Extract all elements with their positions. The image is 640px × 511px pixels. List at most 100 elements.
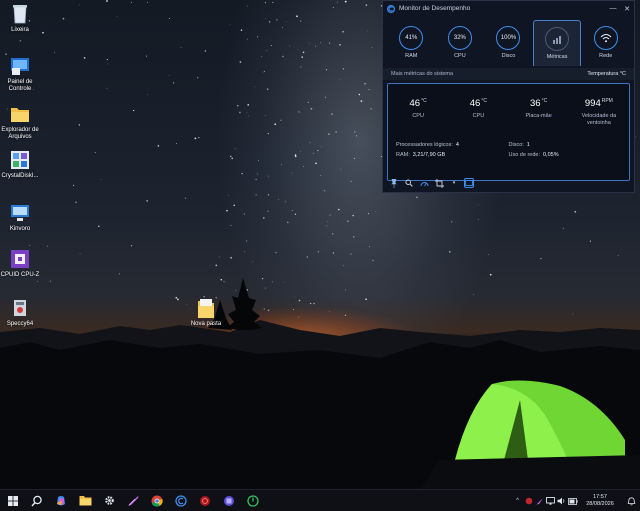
disk-count: Disco: 1	[509, 142, 622, 148]
tab-network[interactable]: Rede	[581, 20, 630, 66]
crop-dropdown[interactable]: ▾	[449, 178, 459, 188]
performance-monitor-window[interactable]: Monitor de Desempenho — ✕ 41% RAM 32% CP…	[382, 0, 635, 193]
metrics-gauge	[545, 27, 570, 51]
ram-usage: RAM: 3,21/7,90 GB	[396, 152, 509, 158]
star	[294, 213, 297, 215]
landscape-scene	[0, 278, 640, 489]
monitor-app-icon	[10, 203, 30, 223]
tab-ram[interactable]: 41% RAM	[387, 20, 436, 66]
notifications-button[interactable]	[622, 490, 640, 511]
file-explorer-button[interactable]	[74, 490, 96, 511]
star	[301, 56, 304, 58]
show-hidden-icons-button[interactable]: ^	[512, 490, 523, 511]
star	[364, 83, 366, 85]
star	[204, 50, 207, 52]
star	[371, 46, 373, 48]
ram-gauge: 41%	[399, 26, 424, 50]
star	[194, 137, 197, 140]
star	[303, 166, 305, 168]
tab-disk[interactable]: 100% Disco	[484, 20, 533, 66]
star	[248, 115, 249, 117]
tray-network[interactable]	[545, 490, 556, 511]
star	[255, 194, 257, 196]
star	[106, 59, 108, 61]
tab-label: Métricas	[546, 54, 568, 60]
close-button[interactable]: ✕	[620, 2, 634, 16]
desktop-icon-new-folder[interactable]: Nova pasta	[186, 298, 226, 328]
window-titlebar[interactable]: Monitor de Desempenho — ✕	[383, 1, 634, 16]
star	[326, 225, 328, 227]
blue-app-icon	[224, 495, 234, 506]
blue-app-button[interactable]	[218, 490, 240, 511]
taskbar-clock[interactable]: 17:57 28/08/2026	[578, 494, 622, 508]
star	[320, 146, 322, 148]
star	[294, 155, 297, 158]
network-usage: Uso de rede: 0,05%	[509, 152, 622, 158]
star	[617, 255, 619, 257]
star	[329, 42, 331, 44]
desktop[interactable]: Lixeira Painel de Controle Explorador de…	[0, 0, 640, 489]
monitor-c-button[interactable]	[170, 490, 192, 511]
star	[356, 135, 358, 137]
copilot-button[interactable]	[50, 490, 72, 511]
tray-battery[interactable]	[567, 490, 578, 511]
minimize-button[interactable]: —	[606, 2, 620, 16]
star	[368, 89, 370, 91]
search-button[interactable]	[26, 490, 48, 511]
settings-button[interactable]	[98, 490, 120, 511]
screenshot-button[interactable]	[464, 178, 474, 188]
search-icon	[31, 495, 42, 506]
star	[226, 209, 228, 212]
star	[416, 196, 418, 198]
pin-button[interactable]	[389, 178, 399, 188]
star	[320, 174, 322, 177]
desktop-icon-label: Explorador de Arquivos	[1, 127, 39, 140]
star	[315, 45, 316, 47]
new-folder-icon	[196, 298, 216, 318]
star	[100, 178, 102, 180]
star	[315, 162, 317, 165]
desktop-icon-label: Lixeira	[11, 27, 29, 33]
tab-cpu[interactable]: 32% CPU	[436, 20, 485, 66]
tray-red-app[interactable]	[523, 490, 534, 511]
star	[107, 63, 109, 65]
desktop-icon-speccy[interactable]: Speccy64	[0, 298, 40, 328]
tray-feather-app[interactable]	[534, 490, 545, 511]
red-app-button[interactable]	[194, 490, 216, 511]
tray-volume[interactable]	[556, 490, 567, 511]
desktop-icon-file-explorer[interactable]: Explorador de Arquivos	[0, 104, 40, 141]
tab-metrics[interactable]: Métricas	[532, 20, 582, 66]
desktop-icon-crystaldisk[interactable]: CrystalDiskI...	[0, 150, 40, 180]
star	[297, 49, 299, 51]
start-button[interactable]	[2, 490, 24, 511]
taskbar: ^ 17:57 28/08/2026	[0, 489, 640, 511]
desktop-icon-kinvoro[interactable]: Kinvoro	[0, 203, 40, 233]
green-power-button[interactable]	[242, 490, 264, 511]
close-icon: ✕	[624, 5, 630, 13]
star	[147, 1, 149, 3]
star	[246, 240, 248, 242]
star	[339, 44, 341, 46]
star	[370, 108, 372, 110]
star	[266, 50, 268, 52]
zoom-button[interactable]	[404, 178, 414, 188]
desktop-icon-label: Painel de Controle	[7, 79, 33, 92]
desktop-icon-recycle-bin[interactable]: Lixeira	[0, 4, 40, 34]
chrome-button[interactable]	[146, 490, 168, 511]
star	[284, 201, 286, 203]
desktop-icon-control-panel[interactable]: Painel de Controle	[0, 56, 40, 93]
star	[300, 66, 302, 68]
crop-button[interactable]	[434, 178, 444, 188]
feather-app-button[interactable]	[122, 490, 144, 511]
desktop-icon-cpuz[interactable]: CPUID CPU-Z	[0, 249, 40, 279]
info-value: 4	[455, 142, 459, 148]
desktop-icon-label: Nova pasta	[190, 321, 222, 327]
star	[106, 0, 108, 2]
clock-date: 28/08/2026	[586, 501, 614, 507]
star	[294, 154, 297, 156]
speedometer-button[interactable]	[419, 178, 429, 188]
star	[342, 30, 344, 33]
chevron-up-icon: ^	[516, 498, 519, 504]
star	[267, 194, 270, 196]
temperature-unit-label[interactable]: Temperatura °C	[587, 71, 626, 77]
